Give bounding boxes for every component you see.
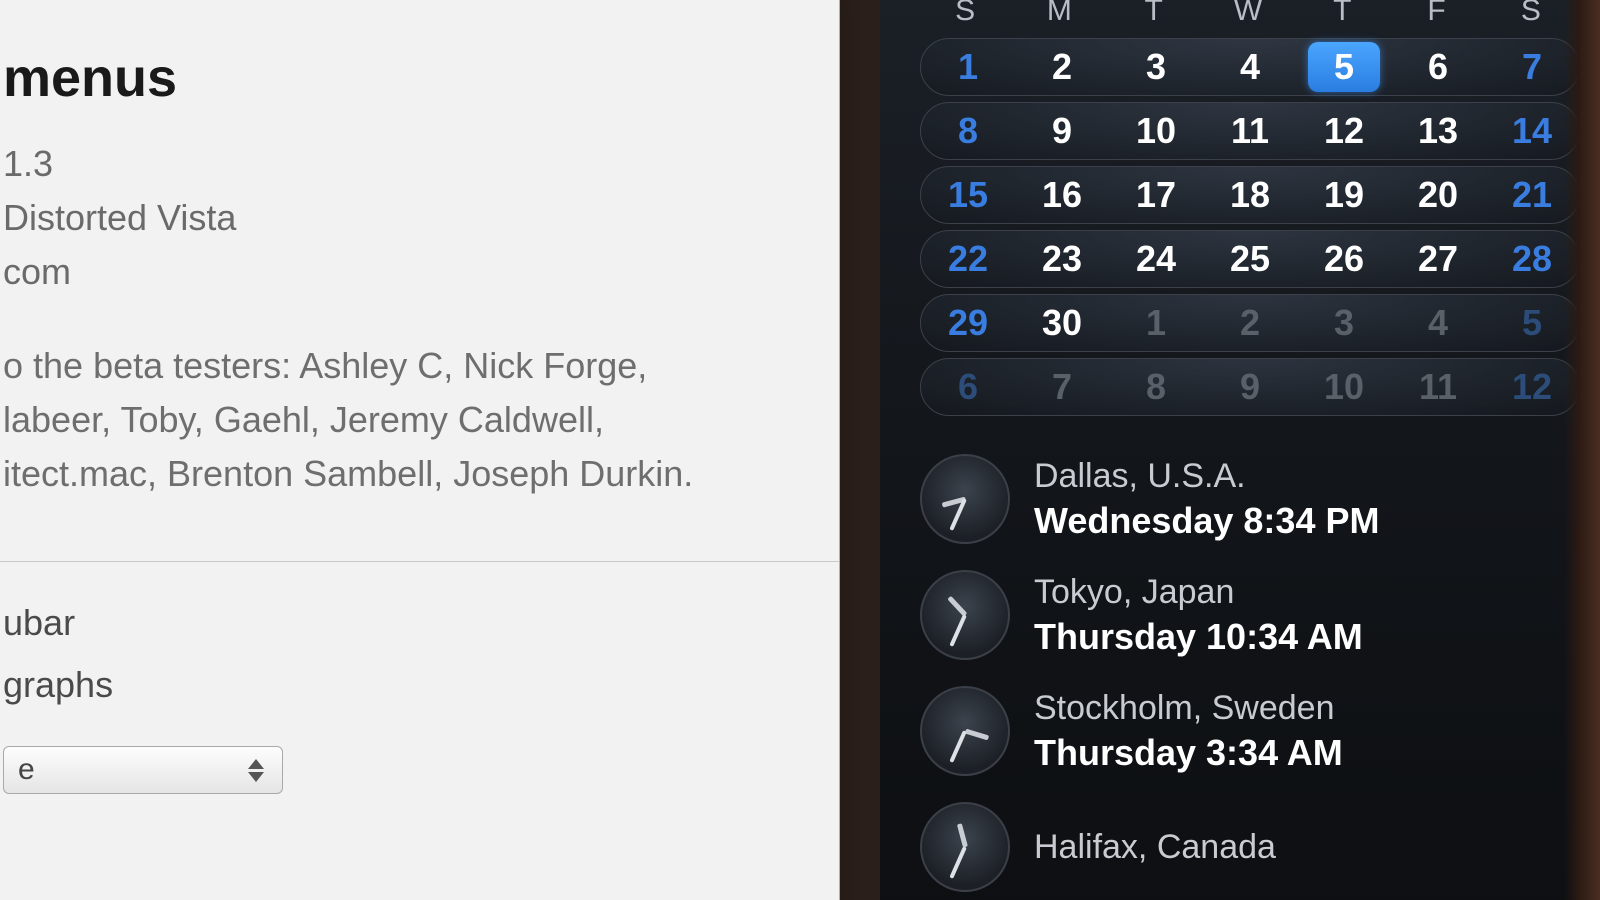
- calendar-day-cell[interactable]: 4: [1391, 302, 1485, 344]
- clock-time: Thursday 10:34 AM: [1034, 614, 1363, 659]
- calendar-week-row: 6789101112: [920, 358, 1580, 416]
- calendar-day-cell[interactable]: 25: [1203, 238, 1297, 280]
- calendar-day-cell[interactable]: 2: [1015, 46, 1109, 88]
- calendar-day-cell[interactable]: 27: [1391, 238, 1485, 280]
- world-clock-row[interactable]: Stockholm, SwedenThursday 3:34 AM: [920, 686, 1580, 776]
- calendar-day-cell[interactable]: 11: [1391, 366, 1485, 408]
- desktop-wallpaper-edge: [1564, 0, 1600, 900]
- calendar-day-cell[interactable]: 3: [1109, 46, 1203, 88]
- world-clock-row[interactable]: Dallas, U.S.A.Wednesday 8:34 PM: [920, 454, 1580, 544]
- calendar-day-cell[interactable]: 24: [1109, 238, 1203, 280]
- calendar-week-row: 293012345: [920, 294, 1580, 352]
- dropdown-value: e: [18, 753, 35, 787]
- calendar-week-row: 891011121314: [920, 102, 1580, 160]
- calendar-day-cell[interactable]: 10: [1109, 110, 1203, 152]
- app-title: menus: [3, 47, 807, 109]
- calendar-day-cell[interactable]: 6: [921, 366, 1015, 408]
- calendar-day-header: S: [920, 0, 1014, 28]
- clock-location: Dallas, U.S.A.: [1034, 455, 1379, 498]
- calendar-day-cell[interactable]: 8: [1109, 366, 1203, 408]
- calendar-day-cell[interactable]: 15: [921, 174, 1015, 216]
- domain-label: com: [3, 245, 807, 299]
- divider: [0, 561, 839, 562]
- calendar-day-cell[interactable]: 1: [1109, 302, 1203, 344]
- calendar-day-cell[interactable]: 8: [921, 110, 1015, 152]
- preferences-window: menus 1.3 Distorted Vista com o the beta…: [0, 0, 840, 900]
- credits-line: labeer, Toby, Gaehl, Jeremy Caldwell,: [3, 393, 807, 447]
- calendar-day-cell[interactable]: 6: [1391, 46, 1485, 88]
- updown-stepper-icon: [248, 755, 268, 785]
- option-graphs[interactable]: graphs: [3, 664, 807, 706]
- calendar-week-row: 22232425262728: [920, 230, 1580, 288]
- calendar-day-cell[interactable]: 23: [1015, 238, 1109, 280]
- credits-text: o the beta testers: Ashley C, Nick Forge…: [3, 339, 807, 501]
- desktop: menus 1.3 Distorted Vista com o the beta…: [0, 0, 1600, 900]
- calendar-day-cell[interactable]: 9: [1015, 110, 1109, 152]
- calendar-day-header: F: [1391, 0, 1485, 28]
- option-menubar[interactable]: ubar: [3, 602, 807, 644]
- clock-time: Thursday 3:34 AM: [1034, 730, 1343, 775]
- clock-location: Halifax, Canada: [1034, 826, 1276, 869]
- calendar-week-row: 15161718192021: [920, 166, 1580, 224]
- vendor-label: Distorted Vista: [3, 191, 807, 245]
- calendar-day-cell[interactable]: 16: [1015, 174, 1109, 216]
- calendar-week-row: 1234567: [920, 38, 1580, 96]
- calendar-day-cell[interactable]: 19: [1297, 174, 1391, 216]
- calendar-day-cell[interactable]: 18: [1203, 174, 1297, 216]
- world-clocks: Dallas, U.S.A.Wednesday 8:34 PM Tokyo, Ja…: [920, 454, 1580, 892]
- clock-face-icon: [920, 570, 1010, 660]
- calendar-day-cell[interactable]: 11: [1203, 110, 1297, 152]
- world-clock-row[interactable]: Tokyo, JapanThursday 10:34 AM: [920, 570, 1580, 660]
- clock-face-icon: [920, 454, 1010, 544]
- calendar-day-cell[interactable]: 12: [1297, 110, 1391, 152]
- calendar-day-cell[interactable]: 3: [1297, 302, 1391, 344]
- calendar-grid[interactable]: 1234567891011121314151617181920212223242…: [920, 38, 1580, 416]
- calendar-day-cell[interactable]: 10: [1297, 366, 1391, 408]
- sidebar-widget: SMTWTFS 12345678910111213141516171819202…: [880, 0, 1600, 900]
- calendar-day-cell[interactable]: 2: [1203, 302, 1297, 344]
- calendar-day-cell[interactable]: 22: [921, 238, 1015, 280]
- calendar-day-cell[interactable]: 26: [1297, 238, 1391, 280]
- calendar-day-header: T: [1109, 0, 1203, 28]
- calendar-day-header: W: [1203, 0, 1297, 28]
- credits-line: itect.mac, Brenton Sambell, Joseph Durki…: [3, 447, 807, 501]
- world-clock-row[interactable]: Halifax, Canada: [920, 802, 1580, 892]
- calendar-day-cell[interactable]: 17: [1109, 174, 1203, 216]
- calendar-day-cell[interactable]: 20: [1391, 174, 1485, 216]
- clock-face-icon: [920, 802, 1010, 892]
- calendar-day-header: T: [1297, 0, 1391, 28]
- credits-line: o the beta testers: Ashley C, Nick Forge…: [3, 339, 807, 393]
- calendar-day-cell[interactable]: 5: [1297, 46, 1391, 88]
- calendar-day-cell[interactable]: 7: [1015, 366, 1109, 408]
- calendar-day-cell[interactable]: 4: [1203, 46, 1297, 88]
- calendar-day-cell[interactable]: 29: [921, 302, 1015, 344]
- dropdown-select[interactable]: e: [3, 746, 283, 794]
- calendar-day-cell[interactable]: 9: [1203, 366, 1297, 408]
- calendar-day-header: M: [1014, 0, 1108, 28]
- calendar-day-cell[interactable]: 1: [921, 46, 1015, 88]
- calendar-day-cell[interactable]: 30: [1015, 302, 1109, 344]
- calendar-day-headers: SMTWTFS: [920, 0, 1580, 28]
- clock-location: Tokyo, Japan: [1034, 571, 1363, 614]
- version-label: 1.3: [3, 137, 807, 191]
- clock-face-icon: [920, 686, 1010, 776]
- calendar-day-cell[interactable]: 13: [1391, 110, 1485, 152]
- clock-location: Stockholm, Sweden: [1034, 687, 1343, 730]
- clock-time: Wednesday 8:34 PM: [1034, 498, 1379, 543]
